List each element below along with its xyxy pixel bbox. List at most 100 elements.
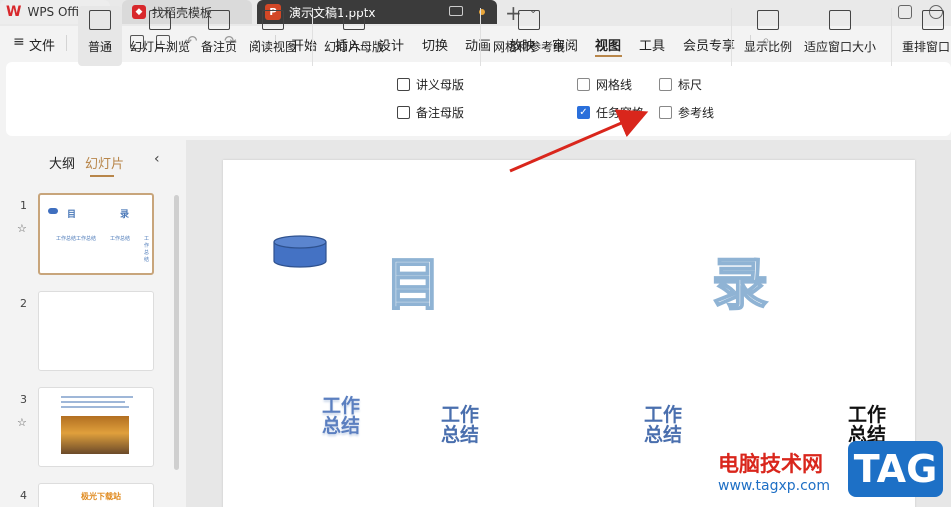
slide-master-button[interactable]: 幻灯片母版 (322, 6, 386, 66)
menu-view[interactable]: 视图 (595, 35, 621, 54)
collapse-panel-icon[interactable]: ‹ (154, 151, 160, 167)
slide-number: 1 (20, 199, 27, 212)
fit-window-label: 适应窗口大小 (803, 40, 876, 54)
slide-item-1[interactable]: 工作 总结 (322, 396, 360, 436)
menu-file[interactable]: 文件 (29, 35, 55, 54)
arrange-window-label: 重排窗口 (902, 40, 951, 54)
thumb-title-a: 目 (67, 210, 77, 220)
gridlines-checkbox-box[interactable] (577, 78, 590, 91)
zoom-label: 显示比例 (743, 40, 792, 54)
thumb-item: 工作总结 (110, 236, 131, 242)
menu-animations[interactable]: 动画 (465, 35, 491, 54)
handout-master-button[interactable]: 讲义母版 (397, 76, 464, 93)
reading-view-label: 阅读视图 (248, 40, 297, 54)
slide-item-2-line2: 总结 (441, 424, 480, 446)
reading-view-button[interactable]: 阅读视图 (246, 6, 300, 66)
slide-item-3-line2: 总结 (644, 424, 683, 446)
slide-thumbnail-1[interactable]: 目 录 工作总结 工作总结 工作总结 工作总结 (38, 193, 154, 275)
divider (66, 35, 67, 51)
fit-window-button[interactable]: 适应窗口大小 (802, 6, 878, 66)
slide-number: 4 (20, 489, 27, 502)
slide-item-3[interactable]: 工作 总结 (644, 405, 682, 445)
thumb-item: 工作总结 (144, 236, 150, 263)
checkmark-icon[interactable]: ✓ (577, 106, 590, 119)
active-menu-indicator (595, 55, 622, 57)
slide-item-3-line1: 工作 (644, 404, 683, 426)
tab-outline[interactable]: 大纲 (49, 153, 75, 172)
task-pane-checkbox[interactable]: ✓ 任务窗格 (577, 104, 644, 121)
slide-sorter-icon (149, 10, 171, 30)
zoom-percent-icon (757, 10, 779, 30)
text-line (61, 406, 129, 408)
thumb-item: 工作总结 (76, 236, 97, 242)
gridlines-label: 网格线 (596, 78, 633, 92)
watermark-url: www.tagxp.com (718, 478, 830, 494)
slide-thumbnail-4[interactable]: 极光下载站 (38, 483, 154, 507)
handout-master-icon (397, 78, 410, 91)
menu-member[interactable]: 会员专享 (683, 35, 735, 54)
scrollbar[interactable] (174, 195, 179, 470)
watermark-tag-badge: TAG (848, 441, 943, 497)
divider (891, 8, 892, 66)
watermark-site-name: 电脑技术网 (718, 452, 823, 476)
normal-view-label: 普通 (87, 40, 112, 54)
guides-checkbox-box[interactable] (659, 106, 672, 119)
guides-checkbox[interactable]: 参考线 (659, 104, 714, 121)
thumb-title-b: 录 (120, 210, 130, 220)
slide-number: 2 (20, 297, 27, 310)
normal-view-button[interactable]: 普通 (78, 6, 122, 66)
divider (731, 8, 732, 66)
slide-sorter-button[interactable]: 幻灯片浏览 (128, 6, 192, 66)
slide-item-4[interactable]: 工作 总结 (848, 405, 886, 445)
slide-title-char-a[interactable]: 目 (384, 240, 442, 321)
slide-sorter-label: 幻灯片浏览 (129, 40, 190, 54)
notes-master-label: 备注母版 (416, 106, 465, 120)
slide-item-1-line2: 总结 (322, 415, 361, 437)
monitor-icon[interactable] (449, 6, 463, 16)
handout-master-label: 讲义母版 (416, 78, 465, 92)
arrange-window-button[interactable]: 重排窗口 (902, 6, 951, 66)
slide-item-2[interactable]: 工作 总结 (441, 405, 479, 445)
menu-transitions[interactable]: 切换 (422, 35, 448, 54)
slide-number: 3 (20, 393, 27, 406)
grid-icon (518, 10, 540, 30)
slide-item-1-line1: 工作 (322, 395, 361, 417)
slide-thumbnail-2[interactable] (38, 291, 154, 371)
grid-guides-label: 网格和参考线 (492, 40, 565, 54)
slide-item-2-line1: 工作 (441, 404, 480, 426)
slide-title-char-b[interactable]: 录 (711, 240, 769, 321)
zoom-button[interactable]: 显示比例 (742, 6, 794, 66)
text-line (61, 401, 125, 403)
cylinder-shape[interactable] (272, 235, 328, 269)
slide-thumbnail-3[interactable] (38, 387, 154, 467)
cylinder-shape (48, 208, 58, 214)
ruler-checkbox[interactable]: 标尺 (659, 76, 702, 93)
ribbon-view (6, 62, 951, 136)
menu-tools[interactable]: 工具 (639, 35, 665, 54)
fit-window-icon (829, 10, 851, 30)
guides-label: 参考线 (678, 106, 715, 120)
thumb-item: 工作总结 (56, 236, 77, 242)
star-icon[interactable]: ☆ (17, 222, 27, 235)
gridlines-checkbox[interactable]: 网格线 (577, 76, 632, 93)
notes-page-icon (208, 10, 230, 30)
active-tab-indicator (90, 175, 114, 177)
book-icon (262, 10, 284, 30)
task-pane-label: 任务窗格 (596, 106, 645, 120)
ruler-label: 标尺 (678, 78, 703, 92)
notes-page-label: 备注页 (200, 40, 237, 54)
hamburger-menu-icon[interactable]: ≡ (13, 34, 25, 50)
tab-slides[interactable]: 幻灯片 (85, 153, 124, 172)
wps-logo-icon: W (6, 4, 22, 20)
thumb4-title: 极光下载站 (81, 492, 121, 501)
ruler-checkbox-box[interactable] (659, 78, 672, 91)
notes-master-button[interactable]: 备注母版 (397, 104, 464, 121)
notes-master-icon (397, 106, 410, 119)
autumn-tree-image (61, 416, 129, 454)
slide-item-4-line1: 工作 (848, 404, 887, 426)
normal-view-icon (89, 10, 111, 30)
star-icon[interactable]: ☆ (17, 416, 27, 429)
slide-master-label: 幻灯片母版 (323, 40, 384, 54)
notes-page-button[interactable]: 备注页 (198, 6, 240, 66)
grid-guides-button[interactable]: 网格和参考线 (490, 6, 568, 66)
